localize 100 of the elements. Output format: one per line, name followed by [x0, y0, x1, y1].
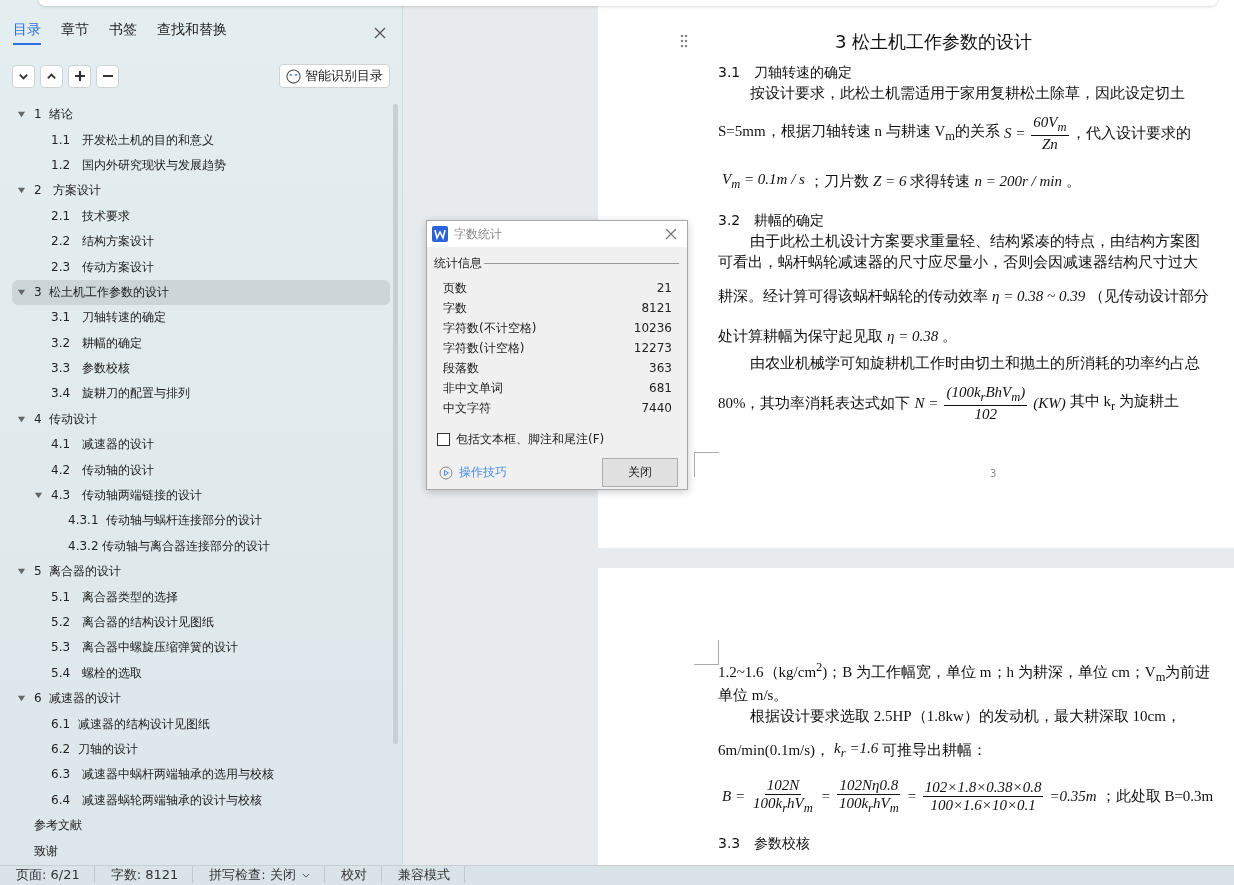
toc-item[interactable]: 4.1 减速器的设计	[12, 432, 390, 458]
stat-label: 字数	[443, 299, 467, 317]
triangle-icon[interactable]	[17, 186, 26, 196]
toc-item[interactable]: 6.3 减速器中蜗杆两端轴承的选用与校核	[12, 762, 390, 788]
status-item[interactable]: 校对	[324, 866, 382, 883]
toc-item[interactable]: 6.2 刀轴的设计	[12, 736, 390, 763]
toc-item[interactable]: 3.1 刀轴转速的确定	[12, 305, 390, 331]
nav-tab[interactable]: 查找和替换	[157, 21, 227, 45]
toc-item[interactable]: 3.2 耕幅的确定	[12, 330, 390, 356]
math-formula: V$_{m}$ = 0.1m / s	[722, 170, 805, 192]
paragraph-text: ，代入设计要求的	[1070, 123, 1191, 143]
drag-handle-icon[interactable]	[680, 34, 688, 48]
scrollbar[interactable]	[393, 104, 398, 744]
status-item[interactable]: 兼容模式	[381, 866, 465, 883]
math-formula: =	[906, 787, 917, 805]
fraction-formula: 102×1.8×0.38×0.8 100×1.6×10×0.1	[922, 778, 1044, 814]
section-heading: 3.1 刀轴转速的确定	[718, 62, 854, 82]
stat-value: 8121	[641, 301, 672, 315]
triangle-icon[interactable]	[17, 567, 26, 577]
stat-label: 非中文单词	[443, 379, 503, 397]
nav-tab[interactable]: 目录	[13, 21, 41, 45]
triangle-icon[interactable]	[17, 110, 26, 120]
toc-item[interactable]: 3.3 参数校核	[12, 355, 390, 382]
toc-item[interactable]: 4.3 传动轴两端链接的设计	[12, 482, 390, 509]
toc-item[interactable]: 参考文献	[12, 812, 390, 839]
expand-button[interactable]	[12, 64, 35, 88]
checkbox[interactable]	[437, 433, 450, 446]
fraction-formula: 102N 100k$_{r}$hV$_{m}$	[752, 776, 814, 816]
toc-item[interactable]: 4.3.2 传动轴与离合器连接部分的设计	[12, 533, 390, 560]
section-heading: 3.2 耕幅的确定	[718, 210, 826, 230]
paragraph-text: 其中 k$_{r}$ 为旋耕土	[1069, 392, 1179, 414]
toc-item[interactable]: 2.1 技术要求	[12, 203, 390, 229]
nav-tab[interactable]: 书签	[109, 21, 137, 45]
paragraph-text: ；刀片数	[808, 171, 869, 191]
paragraph-text: 单位 m/s。	[718, 686, 789, 705]
toc-item[interactable]: 5.4 螺栓的选取	[12, 660, 390, 686]
status-item[interactable]: 页面: 6/21	[0, 866, 95, 883]
toc-item[interactable]: 3.4 旋耕刀的配置与排列	[12, 381, 390, 407]
math-formula: B =	[722, 787, 746, 805]
toc-item[interactable]: 3 松土机工作参数的设计	[12, 279, 390, 306]
stat-label: 字符数(不计空格)	[443, 319, 537, 337]
paragraph-text: 6m/min(0.1m/s)，	[718, 740, 831, 760]
smart-toc-button[interactable]: 智能识别目录	[279, 64, 390, 88]
math-formula: Z = 6	[872, 172, 907, 190]
toc-item[interactable]: 6.4 减速器蜗轮两端轴承的设计与校核	[12, 787, 390, 813]
close-button[interactable]: 关闭	[602, 458, 678, 487]
dialog-title: 字数统计	[454, 225, 502, 243]
status-item[interactable]: 拼写检查: 关闭	[193, 866, 325, 883]
math-formula: η = 0.38 ~ 0.39	[992, 287, 1086, 305]
remove-button[interactable]	[96, 64, 119, 88]
paragraph-text: 可看出，蜗杆蜗轮减速器的尺寸应尽量小，否则会因减速器结构尺寸过大	[718, 253, 1198, 272]
page-corner-mark	[694, 640, 719, 665]
math-formula: n = 200r / min	[974, 172, 1063, 190]
paragraph-text: 处计算耕幅为保守起见取	[718, 326, 883, 346]
toc-item[interactable]: 5.1 离合器类型的选择	[12, 584, 390, 610]
toc-item[interactable]: 4.3.1 传动轴与蜗杆连接部分的设计	[12, 508, 390, 534]
math-formula: k$_{r}$ =1.6	[834, 739, 879, 761]
triangle-icon[interactable]	[17, 287, 26, 297]
toc-item[interactable]: 1 绪论	[12, 102, 390, 128]
stat-label: 中文字符	[443, 399, 491, 417]
close-icon[interactable]	[374, 27, 386, 39]
add-button[interactable]	[68, 64, 91, 88]
page-number: 3	[990, 468, 997, 479]
toc-item[interactable]: 5.2 离合器的结构设计见图纸	[12, 609, 390, 636]
checkbox-label: 包括文本框、脚注和尾注(F)	[456, 431, 605, 448]
toc-item[interactable]: 1.2 国内外研究现状与发展趋势	[12, 152, 390, 179]
status-item[interactable]: 字数: 8121	[94, 866, 194, 883]
stat-value: 21	[656, 281, 672, 295]
toc-item[interactable]: 2 方案设计	[12, 178, 390, 204]
fraction-formula: (100k$_{r}$BhV$_{m}$) 102	[944, 383, 1028, 423]
fraction-formula: 102Nη0.8 100k$_{r}$hV$_{m}$	[836, 776, 901, 816]
stat-value: 10236	[633, 321, 672, 335]
chevron-up-icon	[46, 70, 57, 82]
paragraph-text: 。	[942, 326, 958, 346]
page-corner-mark	[694, 452, 719, 477]
toc-item[interactable]: 4.2 传动轴的设计	[12, 457, 390, 483]
triangle-icon[interactable]	[17, 694, 26, 704]
math-formula: =	[820, 787, 831, 805]
toc-item[interactable]: 2.3 传动方案设计	[12, 254, 390, 280]
paragraph-text: ；	[1100, 786, 1116, 806]
paragraph-text: 可推导出耕幅：	[882, 740, 988, 760]
toc-item[interactable]: 5.3 离合器中螺旋压缩弹簧的设计	[12, 635, 390, 661]
triangle-icon[interactable]	[17, 414, 26, 424]
collapse-button[interactable]	[40, 64, 63, 88]
toc-item[interactable]: 4 传动设计	[12, 406, 390, 433]
triangle-icon[interactable]	[34, 491, 43, 501]
stat-label: 段落数	[443, 359, 479, 377]
toc-item[interactable]: 2.2 结构方案设计	[12, 228, 390, 255]
close-icon[interactable]	[665, 228, 677, 240]
plus-icon	[73, 70, 86, 82]
toc-item[interactable]: 6.1 减速器的结构设计见图纸	[12, 711, 390, 737]
toc-item[interactable]: 6 减速器的设计	[12, 686, 390, 712]
math-formula: (KW)	[1033, 394, 1066, 412]
toc-item[interactable]: 1.1 开发松土机的目的和意义	[12, 127, 390, 153]
paragraph-text: 按设计要求，此松土机需适用于家用复耕松土除草，因此设定切土	[750, 84, 1185, 103]
paragraph-text: 由农业机械学可知旋耕机工作时由切土和抛土的所消耗的功率约占总	[750, 354, 1200, 373]
nav-tab[interactable]: 章节	[61, 21, 89, 45]
paragraph-text: （见传动设计部分	[1089, 286, 1210, 306]
toc-item[interactable]: 致谢	[12, 838, 390, 864]
toc-item[interactable]: 5 离合器的设计	[12, 559, 390, 585]
